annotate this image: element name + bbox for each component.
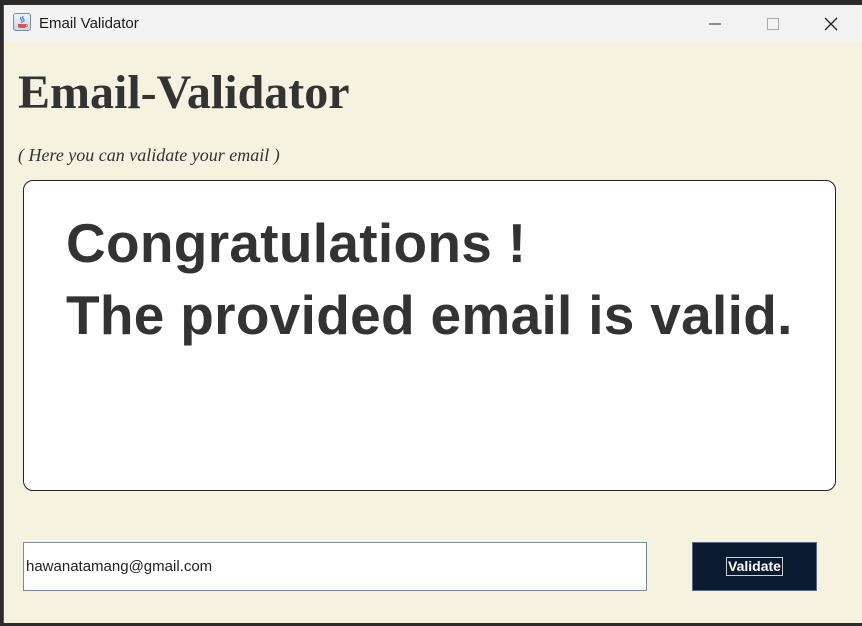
minimize-icon [709,23,721,24]
email-input[interactable] [23,542,647,591]
validate-button[interactable]: Validate [692,542,817,591]
close-button[interactable] [808,5,854,42]
page-title: Email-Validator [18,66,350,119]
maximize-button[interactable] [750,5,796,42]
close-icon [824,17,838,30]
java-app-icon [13,13,31,31]
window-title: Email Validator [39,15,139,32]
app-window: Email Validator Email-Validator ( Here y… [3,5,862,623]
result-message-line-1: Congratulations ! [66,212,527,274]
minimize-button[interactable] [692,5,738,42]
maximize-icon [767,17,779,30]
page-subtitle: ( Here you can validate your email ) [18,145,280,165]
title-bar[interactable]: Email Validator [4,5,862,42]
result-message-line-2: The provided email is valid. [66,284,793,346]
validate-button-label: Validate [726,557,783,576]
result-panel: Congratulations ! The provided email is … [23,180,836,491]
